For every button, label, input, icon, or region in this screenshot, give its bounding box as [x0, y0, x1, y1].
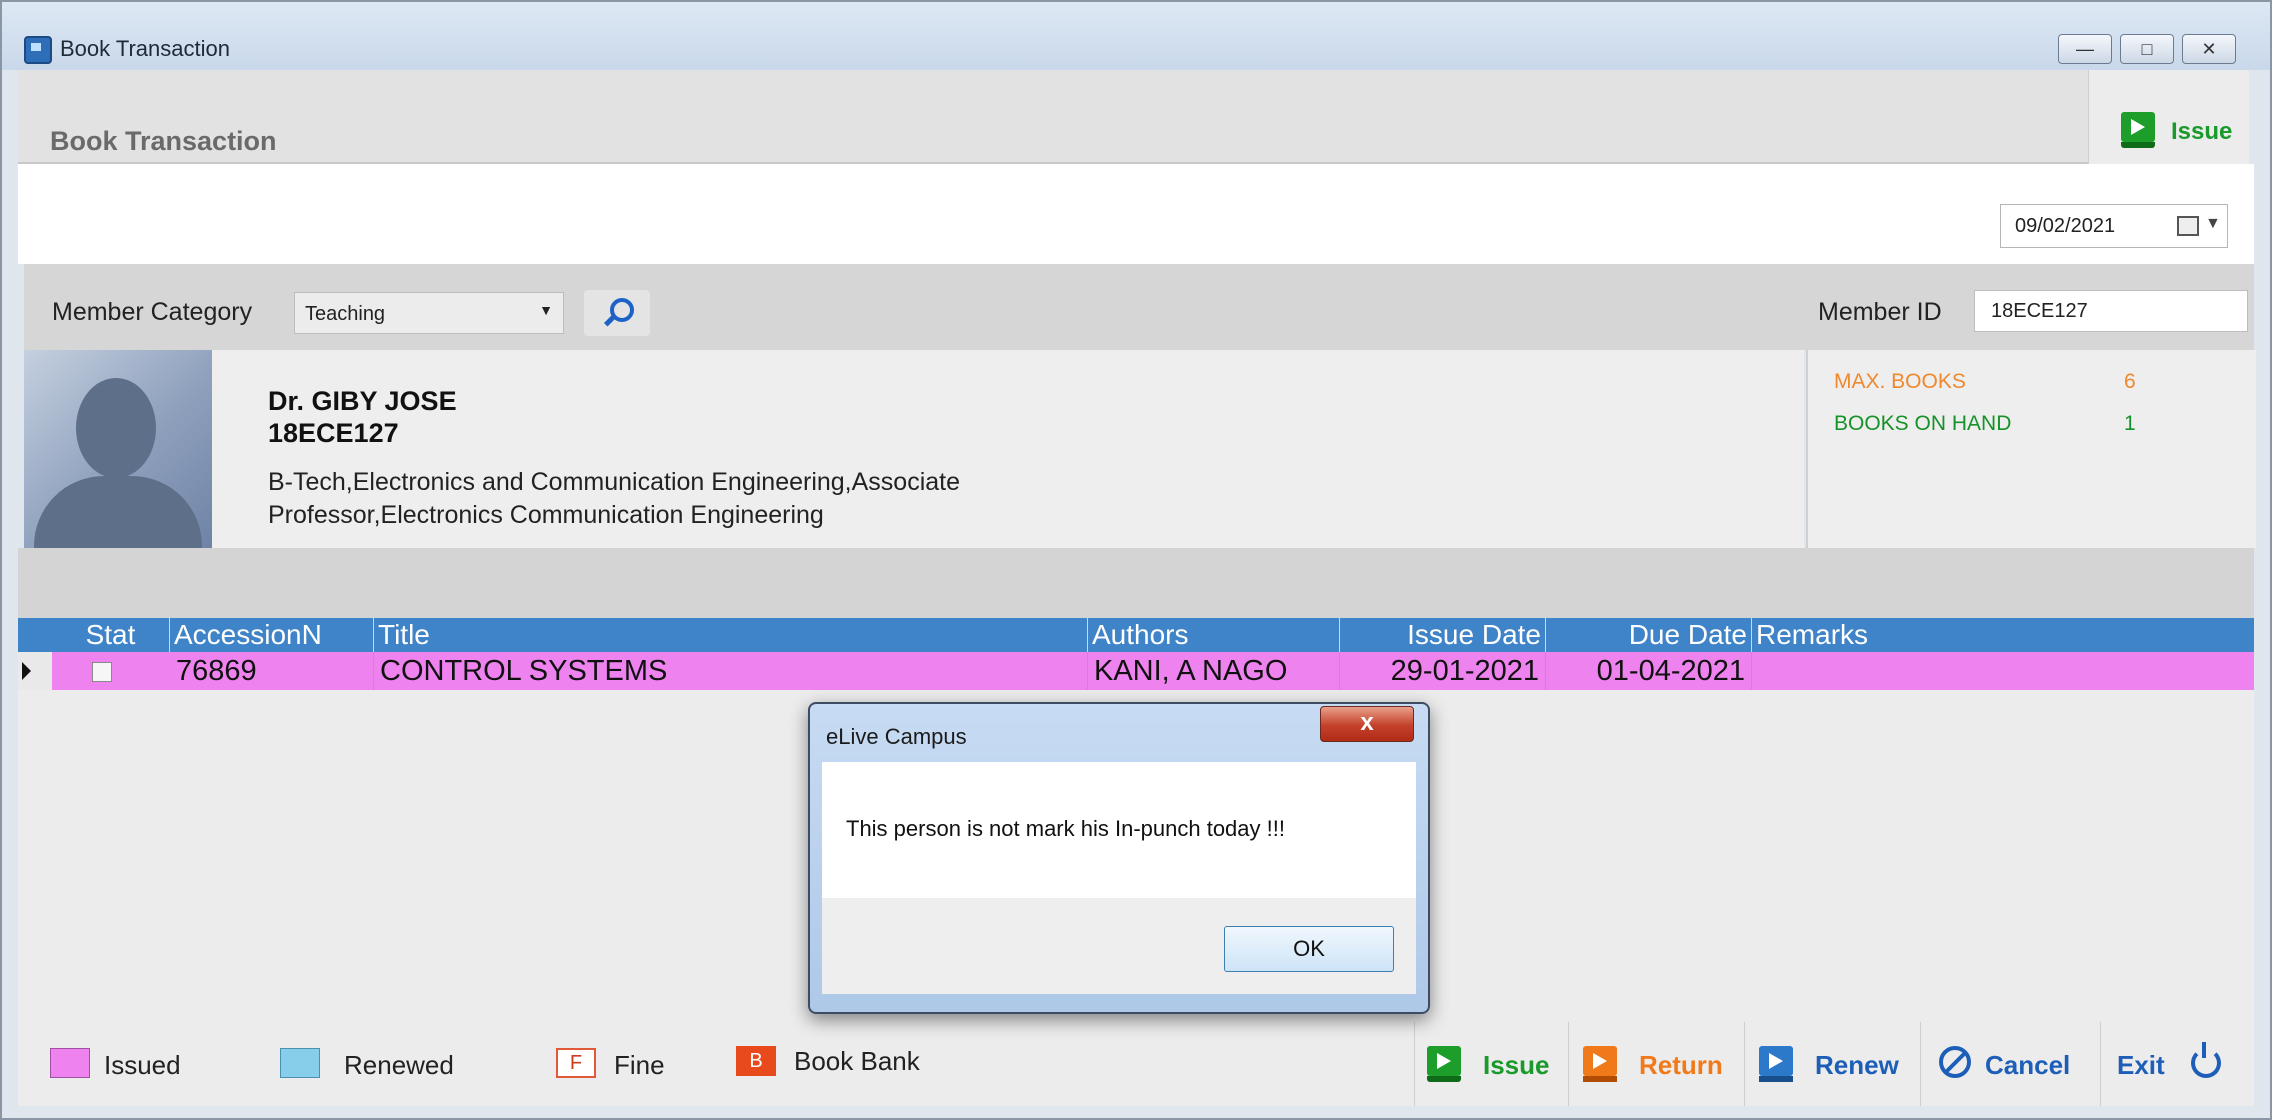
member-id-label: Member ID	[1818, 298, 1942, 326]
issued-label: Issued	[104, 1050, 181, 1080]
member-stats: MAX. BOOKS 6 BOOKS ON HAND 1	[1806, 350, 2256, 548]
renew-button[interactable]: Renew	[1744, 1022, 1920, 1106]
maximize-button[interactable]: □	[2120, 34, 2174, 64]
book-transaction-window: Book Transaction — □ ✕ Book Transaction …	[0, 0, 2272, 1120]
date-picker[interactable]: 09/02/2021 ▼	[2000, 204, 2228, 248]
close-window-button[interactable]: ✕	[2182, 34, 2236, 64]
exit-button[interactable]: Exit	[2100, 1022, 2234, 1106]
max-books-row: MAX. BOOKS 6	[1834, 370, 2136, 394]
dialog-close-button[interactable]: x	[1320, 706, 1414, 742]
cell-issue-date: 29-01-2021	[1340, 652, 1546, 690]
cell-remarks	[1752, 652, 2254, 690]
power-icon	[2191, 1042, 2221, 1078]
dialog-message: This person is not mark his In-punch tod…	[846, 816, 1285, 841]
books-on-hand-value: 1	[2124, 412, 2136, 435]
column-header-stat[interactable]: Stat	[52, 618, 170, 652]
cancel-icon	[1939, 1046, 1971, 1078]
member-id-value: 18ECE127	[1991, 300, 2088, 322]
column-header-title[interactable]: Title	[374, 618, 1088, 652]
renew-icon	[1759, 1046, 1793, 1082]
section-divider	[18, 548, 2254, 618]
member-category-label: Member Category	[52, 298, 253, 326]
fine-label: Fine	[614, 1050, 665, 1080]
chevron-down-icon: ▼	[539, 302, 553, 318]
cell-title: CONTROL SYSTEMS	[374, 652, 1088, 690]
max-books-value: 6	[2124, 370, 2136, 393]
column-header-authors[interactable]: Authors	[1088, 618, 1340, 652]
member-id-input[interactable]: 18ECE127	[1974, 290, 2248, 332]
fine-swatch: F	[556, 1048, 596, 1078]
cancel-button[interactable]: Cancel	[1920, 1022, 2100, 1106]
avatar	[24, 350, 212, 548]
cell-due-date: 01-04-2021	[1546, 652, 1752, 690]
books-on-hand-row: BOOKS ON HAND 1	[1834, 412, 2136, 436]
member-category-value: Teaching	[305, 303, 386, 325]
calendar-icon[interactable]	[2177, 216, 2199, 236]
dialog-body: This person is not mark his In-punch tod…	[822, 762, 1416, 898]
search-button[interactable]	[584, 290, 650, 336]
date-value: 09/02/2021	[2015, 215, 2116, 237]
return-button[interactable]: Return	[1568, 1022, 1744, 1106]
issue-book-icon	[2121, 112, 2155, 148]
panel-title: Book Transaction	[50, 126, 277, 156]
cell-authors: KANI, A NAGO	[1088, 652, 1340, 690]
max-books-label: MAX. BOOKS	[1834, 370, 1966, 393]
app-icon	[24, 36, 52, 64]
panel-header: Book Transaction	[18, 70, 2090, 164]
minimize-button[interactable]: —	[2058, 34, 2112, 64]
top-issue-label: Issue	[2171, 118, 2233, 145]
book-bank-label: Book Bank	[794, 1046, 920, 1076]
column-header-issue-date[interactable]: Issue Date	[1340, 618, 1546, 652]
status-checkbox[interactable]	[92, 662, 112, 682]
member-name: Dr. GIBY JOSE	[268, 386, 457, 416]
issue-icon	[1427, 1046, 1461, 1082]
column-header-accession[interactable]: AccessionN	[170, 618, 374, 652]
grid-header: Stat AccessionN Title Authors Issue Date…	[18, 618, 2254, 652]
member-code: 18ECE127	[268, 418, 399, 448]
row-selector-icon[interactable]	[18, 652, 52, 690]
books-on-hand-label: BOOKS ON HAND	[1834, 412, 2012, 435]
column-header-remarks[interactable]: Remarks	[1752, 618, 2254, 652]
issue-button[interactable]: Issue	[1414, 1022, 1568, 1106]
cell-accession: 76869	[170, 652, 374, 690]
date-row	[18, 164, 2254, 264]
title-bar: Book Transaction — □ ✕	[2, 2, 2270, 70]
dialog-footer: OK	[822, 898, 1416, 994]
table-row[interactable]: 76869 CONTROL SYSTEMS KANI, A NAGO 29-01…	[18, 652, 2254, 690]
calendar-dropdown-icon[interactable]: ▼	[2205, 215, 2221, 233]
member-description: B-Tech,Electronics and Communication Eng…	[268, 468, 961, 529]
book-bank-swatch: B	[736, 1046, 776, 1076]
column-header-due-date[interactable]: Due Date	[1546, 618, 1752, 652]
renewed-swatch	[280, 1048, 320, 1078]
dialog-title: eLive Campus	[826, 724, 967, 749]
issued-swatch	[50, 1048, 90, 1078]
member-category-select[interactable]: Teaching ▼	[294, 292, 564, 334]
ok-button[interactable]: OK	[1224, 926, 1394, 972]
member-search-bar: Member Category Teaching ▼ Member ID 18E…	[24, 264, 2254, 350]
renewed-label: Renewed	[344, 1050, 454, 1080]
action-toolbar: Issue Return Renew Cancel Exit	[1414, 1022, 2234, 1106]
return-icon	[1583, 1046, 1617, 1082]
member-profile: Dr. GIBY JOSE 18ECE127 B-Tech,Electronic…	[24, 350, 1804, 548]
window-title: Book Transaction	[60, 36, 230, 61]
alert-dialog: eLive Campus x This person is not mark h…	[808, 702, 1430, 1014]
